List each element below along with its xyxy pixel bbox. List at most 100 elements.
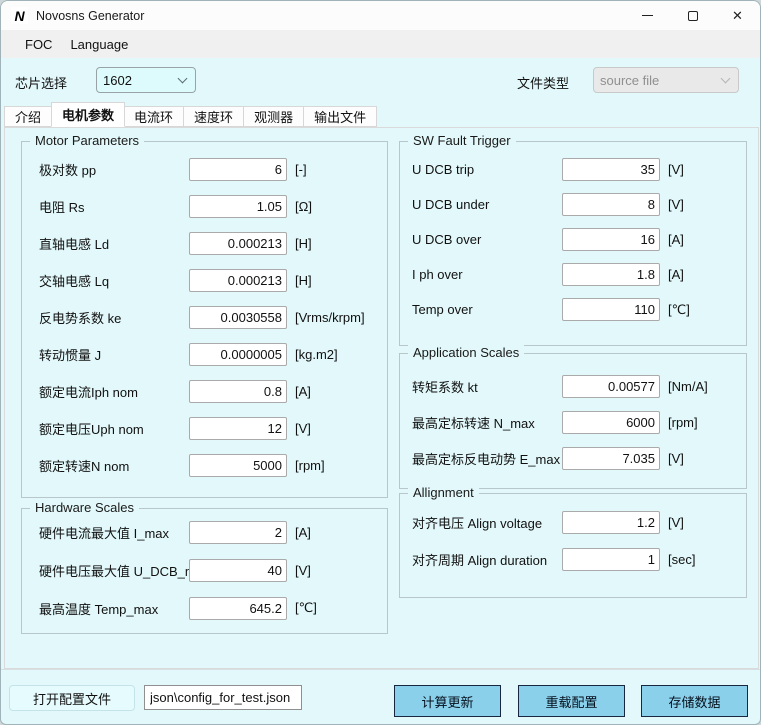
file-type-combobox[interactable]: source file [593, 67, 739, 93]
group-title: Application Scales [408, 345, 524, 360]
file-type-label: 文件类型 [517, 73, 569, 92]
param-label: 最高定标反电动势 E_max [412, 449, 562, 468]
close-button[interactable]: ✕ [715, 1, 760, 30]
menu-item-foc[interactable]: FOC [16, 34, 61, 55]
group-application-scales: Application Scales 转矩系数 kt[Nm/A]最高定标转速 N… [399, 353, 747, 489]
tab-intro[interactable]: 介绍 [4, 106, 52, 127]
param-input[interactable] [562, 548, 660, 571]
param-label: U DCB over [412, 232, 562, 247]
param-input[interactable] [562, 375, 660, 398]
param-input[interactable] [562, 228, 660, 251]
config-path-field[interactable] [144, 685, 302, 710]
chip-select-value: 1602 [103, 73, 173, 88]
param-input[interactable] [189, 380, 287, 403]
param-row: 最高定标转速 N_max [rpm] [412, 404, 736, 440]
reload-config-button[interactable]: 重载配置 [518, 685, 625, 717]
param-row: 极对数 pp[-] [39, 151, 377, 188]
param-input[interactable] [189, 417, 287, 440]
open-config-button[interactable]: 打开配置文件 [9, 685, 135, 711]
param-row: 电阻 Rs[Ω] [39, 188, 377, 225]
param-unit: [V] [668, 515, 736, 530]
param-input[interactable] [189, 597, 287, 620]
param-input[interactable] [189, 269, 287, 292]
param-unit: [V] [295, 563, 377, 578]
group-hardware-scales: Hardware Scales 硬件电流最大值 I_max[A]硬件电压最大值 … [21, 508, 388, 634]
app-window: N Novosns Generator ✕ FOC Language 芯片选择 … [0, 0, 761, 725]
group-sw-fault-trigger: SW Fault Trigger U DCB trip[V]U DCB unde… [399, 141, 747, 346]
tab-current-loop[interactable]: 电流环 [124, 106, 184, 127]
param-input[interactable] [189, 306, 287, 329]
param-input[interactable] [562, 411, 660, 434]
param-unit: [rpm] [668, 415, 736, 430]
param-input[interactable] [189, 559, 287, 582]
param-input[interactable] [189, 521, 287, 544]
maximize-button[interactable] [670, 1, 715, 30]
chip-select-combobox[interactable]: 1602 [96, 67, 196, 93]
group-title: Motor Parameters [30, 133, 144, 148]
tab-output-files[interactable]: 输出文件 [304, 106, 377, 127]
param-input[interactable] [562, 158, 660, 181]
param-label: 直轴电感 Ld [39, 234, 189, 253]
group-title: Allignment [408, 485, 479, 500]
param-label: 硬件电流最大值 I_max [39, 523, 189, 542]
param-unit: [V] [668, 162, 736, 177]
param-input[interactable] [562, 447, 660, 470]
param-unit: [A] [668, 232, 736, 247]
param-unit: [V] [668, 451, 736, 466]
param-unit: [A] [295, 525, 377, 540]
param-row: 硬件电流最大值 I_max [A] [39, 513, 377, 551]
chevron-down-icon [721, 74, 731, 84]
param-row: 额定电流Iph nom [A] [39, 373, 377, 410]
param-label: 反电势系数 ke [39, 308, 189, 327]
param-unit: [sec] [668, 552, 736, 567]
param-row: 反电势系数 ke [Vrms/krpm] [39, 299, 377, 336]
param-label: 转动惯量 J [39, 345, 189, 364]
param-row: 转动惯量 J[kg.m2] [39, 336, 377, 373]
param-unit: [Ω] [295, 199, 377, 214]
calc-update-button[interactable]: 计算更新 [394, 685, 501, 717]
param-input[interactable] [189, 232, 287, 255]
minimize-button[interactable] [625, 1, 670, 30]
maximize-icon [688, 11, 698, 21]
param-label: 最高定标转速 N_max [412, 413, 562, 432]
param-label: 额定电流Iph nom [39, 382, 189, 401]
save-data-button[interactable]: 存储数据 [641, 685, 748, 717]
param-input[interactable] [189, 343, 287, 366]
tab-speed-loop[interactable]: 速度环 [184, 106, 244, 127]
tab-motor-params[interactable]: 电机参数 [51, 102, 125, 127]
param-input[interactable] [189, 195, 287, 218]
param-unit: [A] [295, 384, 377, 399]
title-bar: N Novosns Generator ✕ [1, 1, 760, 31]
tab-strip: 介绍电机参数电流环速度环观测器输出文件 [4, 102, 377, 127]
param-input[interactable] [562, 511, 660, 534]
param-row: 交轴电感 Lq[H] [39, 262, 377, 299]
param-row: U DCB under[V] [412, 187, 736, 222]
param-label: 对齐电压 Align voltage [412, 513, 562, 532]
param-unit: [rpm] [295, 458, 377, 473]
param-unit: [Vrms/krpm] [295, 310, 377, 325]
param-unit: [Nm/A] [668, 379, 736, 394]
param-row: 额定电压Uph nom[V] [39, 410, 377, 447]
param-label: 极对数 pp [39, 160, 189, 179]
param-input[interactable] [562, 193, 660, 216]
param-row: 最高定标反电动势 E_max [V] [412, 440, 736, 476]
param-input[interactable] [562, 263, 660, 286]
param-label: 硬件电压最大值 U_DCB_max [39, 561, 189, 580]
close-icon: ✕ [732, 8, 743, 24]
param-unit: [A] [668, 267, 736, 282]
app-logo-icon: N [11, 7, 28, 24]
file-type-value: source file [600, 73, 716, 88]
group-title: SW Fault Trigger [408, 133, 516, 148]
param-input[interactable] [189, 454, 287, 477]
param-input[interactable] [189, 158, 287, 181]
tab-observer[interactable]: 观测器 [244, 106, 304, 127]
param-label: U DCB trip [412, 162, 562, 177]
menu-item-language[interactable]: Language [61, 34, 137, 55]
param-label: Temp over [412, 302, 562, 317]
param-row: U DCB trip [V] [412, 152, 736, 187]
param-input[interactable] [562, 298, 660, 321]
param-label: 额定电压Uph nom [39, 419, 189, 438]
chevron-down-icon [178, 74, 188, 84]
param-row: 转矩系数 kt[Nm/A] [412, 368, 736, 404]
param-row: 硬件电压最大值 U_DCB_max [V] [39, 551, 377, 589]
